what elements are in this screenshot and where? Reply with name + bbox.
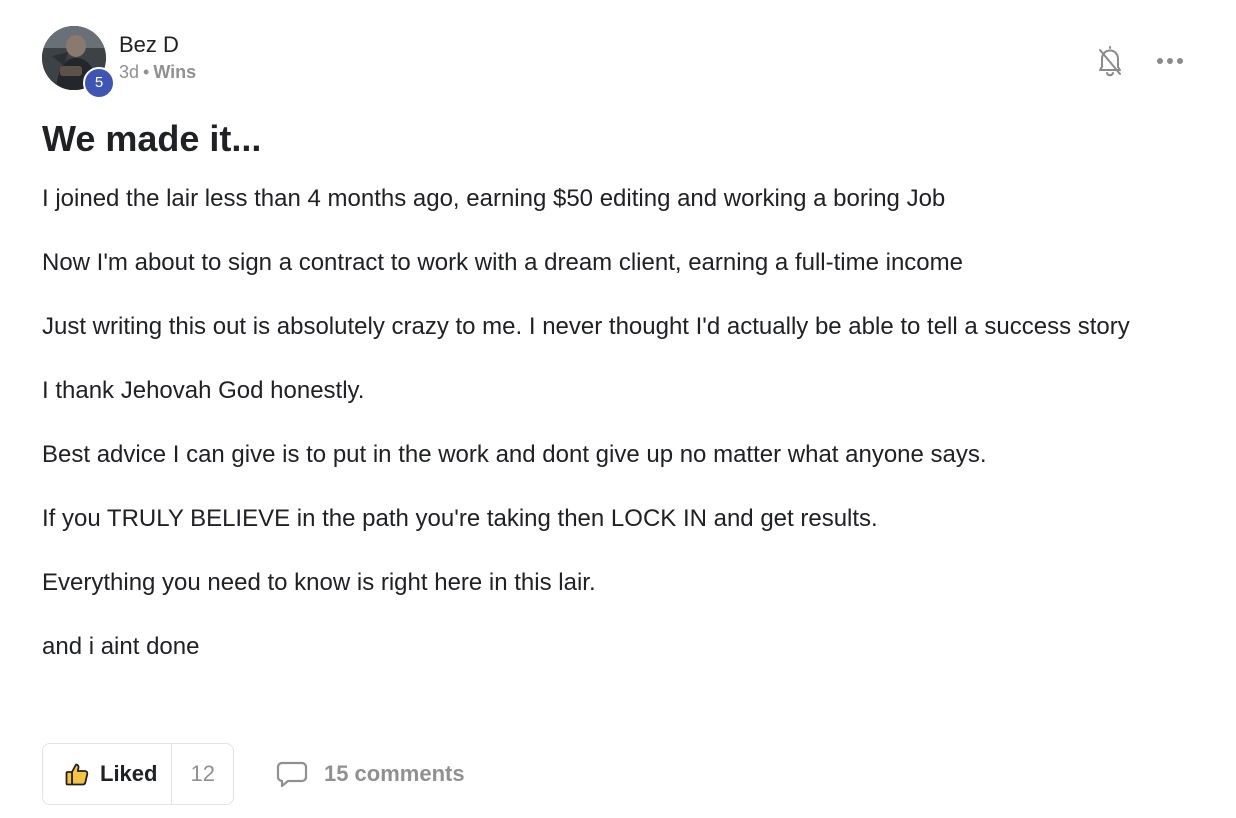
- post-paragraph: I thank Jehovah God honestly.: [42, 377, 365, 404]
- post-meta: 3d • Wins: [119, 61, 196, 83]
- avatar-container[interactable]: 5: [42, 26, 115, 99]
- like-button[interactable]: Liked: [43, 744, 171, 804]
- post-paragraph: Just writing this out is absolutely craz…: [42, 313, 1130, 340]
- post-paragraph: and i aint done: [42, 633, 200, 660]
- post-footer: Liked 12 15 comments: [42, 743, 465, 805]
- post-actions: [1094, 44, 1186, 78]
- comments-label: 15 comments: [323, 761, 465, 786]
- post-category[interactable]: Wins: [153, 62, 196, 82]
- more-horizontal-icon: [1157, 58, 1183, 64]
- post-paragraph: Now I'm about to sign a contract to work…: [42, 249, 963, 276]
- like-count[interactable]: 12: [171, 744, 232, 804]
- comment-bubble-icon: [276, 761, 308, 788]
- post-paragraph: I joined the lair less than 4 months ago…: [42, 185, 946, 212]
- post-header: 5 Bez D 3d • Wins: [42, 26, 196, 99]
- notification-toggle-button[interactable]: [1094, 44, 1126, 78]
- thumbs-up-icon: [65, 763, 89, 786]
- level-badge: 5: [83, 67, 115, 99]
- more-options-button[interactable]: [1154, 44, 1186, 78]
- post-paragraph: Best advice I can give is to put in the …: [42, 441, 987, 468]
- comments-button[interactable]: 15 comments: [276, 760, 465, 788]
- post-paragraph: Everything you need to know is right her…: [42, 569, 596, 596]
- author-name[interactable]: Bez D: [119, 31, 196, 59]
- author-block: Bez D 3d • Wins: [119, 26, 196, 83]
- like-control: Liked 12: [42, 743, 234, 805]
- post-time: 3d: [119, 62, 140, 82]
- meta-separator: •: [143, 62, 150, 82]
- post-title: We made it...: [42, 118, 262, 159]
- post-body: I joined the lair less than 4 months ago…: [42, 180, 1172, 692]
- like-label: Liked: [100, 761, 158, 786]
- bell-off-icon: [1099, 46, 1121, 77]
- post-paragraph: If you TRULY BELIEVE in the path you're …: [42, 505, 878, 532]
